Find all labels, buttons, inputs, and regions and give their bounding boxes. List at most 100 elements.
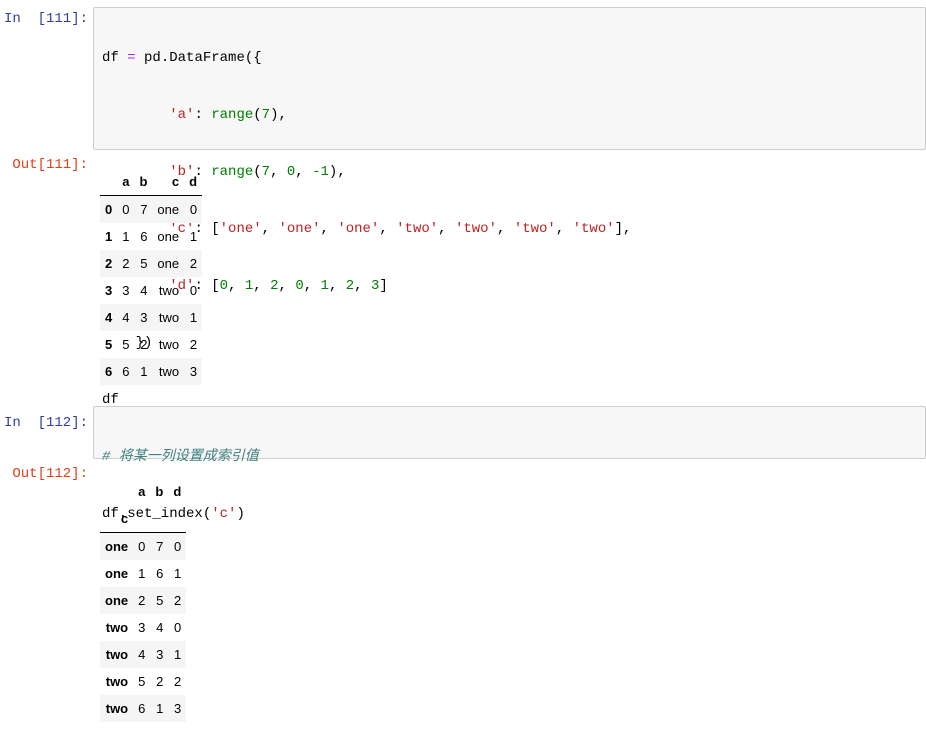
table-cell: 3	[140, 310, 148, 325]
code-cell-112[interactable]: # 将某一列设置成索引值 df.set_index('c')	[93, 406, 926, 522]
code-token: ),	[270, 107, 287, 123]
column-header: d	[173, 484, 182, 499]
code-token: ,	[555, 221, 573, 237]
table-cell: 1	[156, 701, 164, 716]
table-row: 1 1 6 one 1	[100, 223, 202, 250]
column-header: c	[152, 168, 185, 196]
table-cell: 0	[174, 539, 182, 554]
code-token: ,	[228, 278, 245, 294]
row-index: one	[105, 539, 129, 554]
table-row: 2 2 5 one 2	[100, 250, 203, 277]
table-cell: 2	[156, 674, 164, 689]
code-line-6: })	[102, 335, 153, 351]
code-token: 'one'	[337, 221, 380, 237]
code-token: =	[118, 50, 145, 66]
table-cell: 1	[138, 566, 146, 581]
code-token: 1	[320, 278, 329, 294]
table-row: one 2 5 2	[100, 587, 187, 614]
code-line-5: 'd': [0, 1, 2, 0, 1, 2, 3]	[102, 277, 917, 296]
row-index: two	[105, 647, 129, 662]
table-cell: two	[158, 283, 180, 298]
row-index: 6	[105, 364, 113, 379]
code-token: 0	[295, 278, 304, 294]
table-cell: 1	[140, 364, 148, 379]
code-token: 'c'	[211, 506, 237, 522]
code-token: :	[194, 107, 212, 123]
row-index: two	[105, 701, 129, 716]
table-row: two 4 3 1	[100, 641, 187, 668]
code-line-1: df = pd.DataFrame({	[102, 49, 917, 68]
table-cell: 1	[174, 647, 182, 662]
code-token: ,	[278, 278, 296, 294]
code-token: ,	[438, 221, 455, 237]
code-token: df	[102, 50, 119, 66]
table-cell: 0	[122, 202, 130, 217]
code-token: 'two'	[572, 221, 615, 237]
table-cell: 2	[122, 256, 130, 271]
table-cell: 5	[122, 337, 130, 352]
table-row: 6 6 1 two 3	[100, 358, 203, 385]
index-name-row: c	[100, 505, 187, 533]
column-header: d	[184, 168, 203, 196]
table-cell: two	[158, 337, 180, 352]
table-cell: 2	[174, 593, 182, 608]
row-index: 4	[105, 310, 113, 325]
code-token: 2	[270, 278, 279, 294]
empty-header	[168, 505, 187, 533]
code-comment: # 将某一列设置成索引值	[102, 449, 259, 465]
table-cell: 0	[138, 539, 146, 554]
table-row: one 1 6 1	[100, 560, 186, 587]
index-header	[100, 168, 118, 196]
code-token: )	[236, 506, 245, 522]
table-row: 4 4 3 two 1	[100, 304, 203, 331]
code-token: 'two'	[396, 221, 439, 237]
table-row: two 3 4 0	[100, 614, 186, 641]
table-cell: 4	[156, 620, 164, 635]
code-token: ,	[303, 278, 321, 294]
code-token: 0	[219, 278, 229, 294]
row-index: 2	[105, 256, 113, 271]
code-token: ,	[261, 221, 279, 237]
table-cell: two	[158, 310, 180, 325]
table-cell: 5	[138, 674, 146, 689]
code-token: ,	[496, 221, 514, 237]
table-cell: 5	[156, 593, 164, 608]
table-header-row: a b c d	[100, 168, 203, 196]
code-token: ],	[614, 221, 632, 237]
table-cell: 4	[140, 283, 148, 298]
code-cell-111[interactable]: df = pd.DataFrame({ 'a': range(7), 'b': …	[93, 7, 926, 408]
table-cell: one	[157, 202, 180, 217]
column-header: b	[155, 484, 164, 499]
table-cell: 6	[140, 229, 148, 244]
table-cell: 1	[122, 229, 130, 244]
output-prompt-112: Out[112]:	[12, 466, 88, 482]
table-row: 5 5 2 two 2	[100, 331, 202, 358]
table-row: 0 0 7 one 0	[100, 195, 203, 223]
code-token: ]	[379, 278, 388, 294]
table-cell: 5	[140, 256, 148, 271]
table-cell: 4	[138, 647, 146, 662]
index-name: c	[100, 505, 134, 533]
code-token: range	[211, 164, 254, 180]
table-cell: 1	[174, 566, 182, 581]
code-line-2: 'a': range(7),	[102, 106, 917, 125]
code-token: 'one'	[278, 221, 321, 237]
code-token: 'one'	[219, 221, 262, 237]
table-cell: 0	[189, 283, 198, 298]
code-token: range	[211, 107, 254, 123]
code-token: 'two'	[513, 221, 556, 237]
code-line-4: 'c': ['one', 'one', 'one', 'two', 'two',…	[102, 220, 917, 239]
table-cell: 1	[189, 310, 198, 325]
code-token: ,	[379, 221, 397, 237]
table-cell: 7	[140, 202, 148, 217]
table-row: two 5 2 2	[100, 668, 186, 695]
input-prompt-111: In [111]:	[3, 11, 88, 27]
row-index: two	[105, 674, 129, 689]
code-token: ,	[320, 221, 338, 237]
empty-header	[133, 505, 151, 533]
row-index: one	[105, 593, 129, 608]
table-cell: 3	[174, 701, 182, 716]
table-cell: 2	[174, 674, 182, 689]
index-header	[100, 478, 133, 505]
